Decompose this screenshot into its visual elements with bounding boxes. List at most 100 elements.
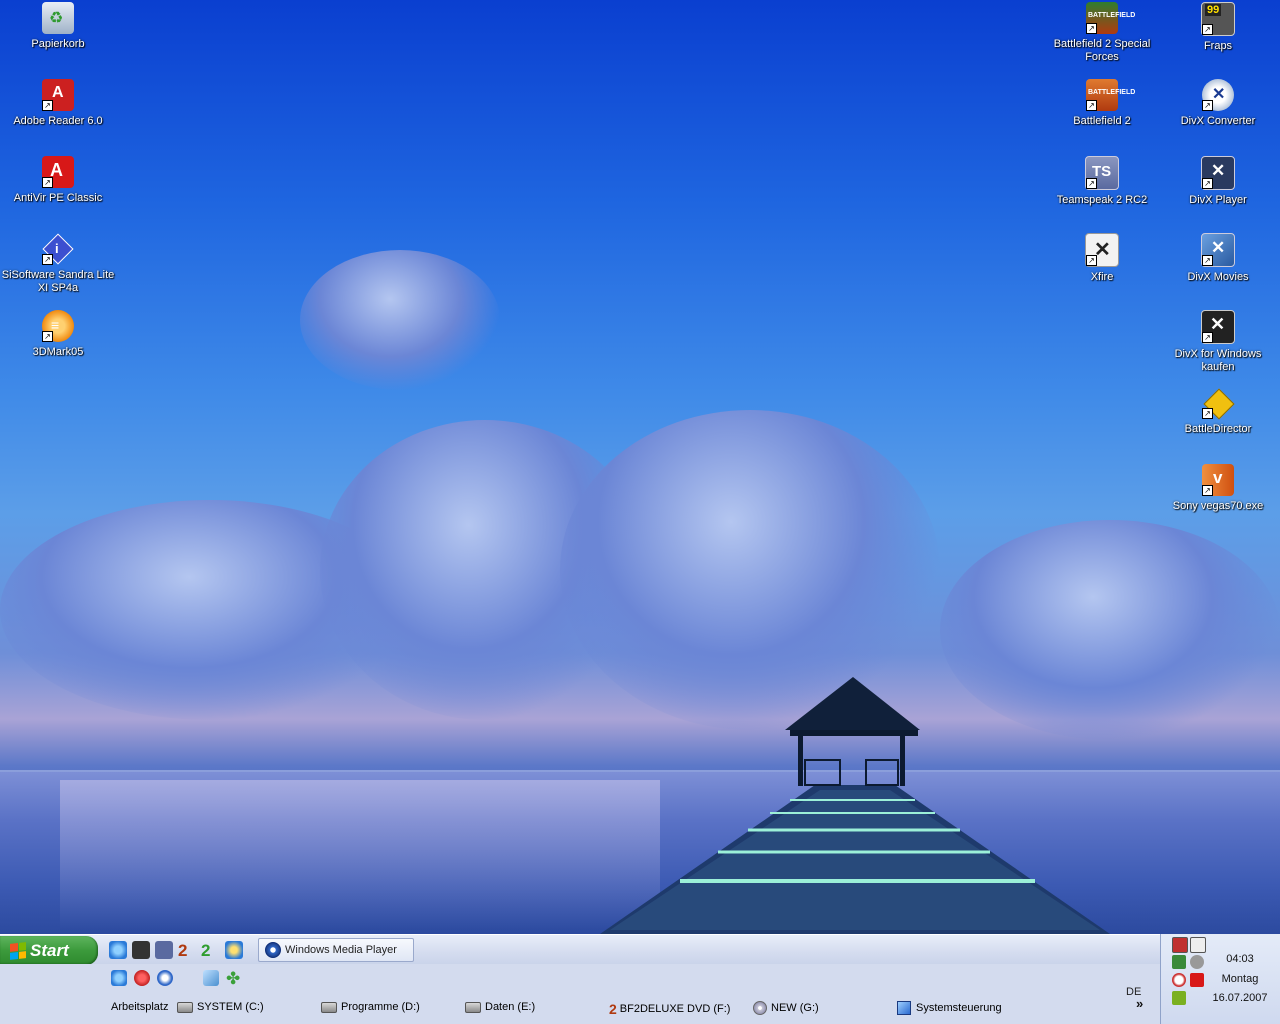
clock-tray-icon[interactable] xyxy=(1172,973,1186,987)
desktop-icon-papierkorb[interactable]: ♻ Papierkorb xyxy=(0,2,116,51)
desktop-icon-antivir[interactable]: A ↗ AntiVir PE Classic xyxy=(0,156,116,205)
task-button-label: Windows Media Player xyxy=(285,944,397,956)
ie-small-icon[interactable] xyxy=(111,970,127,986)
toolbar-item-label: Daten (E:) xyxy=(485,1001,536,1013)
3dmark-icon: ≡ ↗ xyxy=(42,310,74,342)
desktop-icon-adobe-reader[interactable]: A ↗ Adobe Reader 6.0 xyxy=(0,79,116,128)
toolbar-item-new-g[interactable]: NEW (G:) xyxy=(753,1001,819,1015)
start-button[interactable]: Start xyxy=(0,936,98,965)
desktop-icon-fraps[interactable]: 99 ↗ Fraps xyxy=(1160,2,1276,53)
taskbar-row-top: Start 2 2 Windows Media Player xyxy=(0,934,1160,965)
desktop-icon-label: AntiVir PE Classic xyxy=(13,192,103,204)
desktop-icon-label: DivX Player xyxy=(1189,194,1247,206)
fraps-icon[interactable] xyxy=(132,941,150,959)
clock-time[interactable]: 04:03 xyxy=(1201,953,1279,965)
battledirector-icon: ↗ xyxy=(1202,387,1235,420)
toolbar-item-daten-e[interactable]: Daten (E:) xyxy=(465,1001,535,1013)
battlefield-icon: BATTLEFIELD ↗ xyxy=(1086,79,1135,111)
sony-vegas-icon: v ↗ xyxy=(1202,464,1234,496)
desktop-icon-label: DivX Movies xyxy=(1187,271,1249,283)
toolbar-item-systemsteuerung[interactable]: Systemsteuerung xyxy=(897,1001,1002,1015)
desktop-icon-label: Sony vegas70.exe xyxy=(1172,500,1264,512)
desktop-icon-divx-movies[interactable]: ✕ ↗ DivX Movies xyxy=(1160,233,1276,284)
toolbar-item-label: BF2DELUXE DVD (F:) xyxy=(619,1003,731,1015)
divx-player-icon: ✕ ↗ xyxy=(1201,156,1235,190)
recycle-bin-icon: ♻ xyxy=(42,2,74,34)
desktop-icon-3dmark[interactable]: ≡ ↗ 3DMark05 xyxy=(0,310,116,359)
drive-icon xyxy=(321,1001,337,1013)
teamspeak-icon[interactable] xyxy=(155,941,173,959)
toolbar-item-label: SYSTEM (C:) xyxy=(197,1001,264,1013)
control-panel-icon xyxy=(897,1001,911,1015)
task-button-windows-media-player[interactable]: Windows Media Player xyxy=(258,938,414,962)
desktop-icon-divx-converter[interactable]: ✕ ↗ DivX Converter xyxy=(1160,79,1276,128)
system-tray: 04:03 Montag 16.07.2007 xyxy=(1160,934,1280,1024)
ie-icon[interactable] xyxy=(109,941,127,959)
nvidia-icon[interactable] xyxy=(1172,991,1186,1005)
desktop-icon-divx-buy[interactable]: ✕ ↗ DivX for Windows kaufen xyxy=(1160,310,1276,374)
desktop-icon-teamspeak[interactable]: TS ↗ Teamspeak 2 RC2 xyxy=(1044,156,1160,207)
desktop-icon-label: Papierkorb xyxy=(31,38,85,50)
desktop-icon-battledirector[interactable]: ↗ BattleDirector xyxy=(1160,387,1276,436)
bf2-icon[interactable]: 2 xyxy=(178,941,196,960)
teamspeak-icon: TS ↗ xyxy=(1085,156,1119,190)
ie-alt-icon[interactable] xyxy=(225,941,243,959)
drive-icon xyxy=(465,1001,481,1013)
desktop-icon-label: Adobe Reader 6.0 xyxy=(13,115,103,127)
desktop-icon-label: 3DMark05 xyxy=(32,346,84,358)
desktop-icon-battlefield-sf[interactable]: BATTLEFIELD ↗ Battlefield 2 Special Force… xyxy=(1044,2,1160,64)
fraps-icon: 99 ↗ xyxy=(1201,2,1235,36)
start-label: Start xyxy=(30,940,69,960)
bf2sf-icon[interactable]: 2 xyxy=(201,941,219,960)
network-icon[interactable] xyxy=(203,970,219,986)
antivir-icon: A ↗ xyxy=(42,156,74,188)
toolbar-more-chevron[interactable]: » xyxy=(1136,996,1143,1011)
divx-movies-icon: ✕ ↗ xyxy=(1201,233,1235,267)
divx-buy-icon: ✕ ↗ xyxy=(1201,310,1235,344)
cd-icon xyxy=(753,1001,767,1015)
toolbar-item-label: Arbeitsplatz xyxy=(111,1001,169,1013)
clock-day: Montag xyxy=(1221,973,1259,985)
clock-date: 16.07.2007 xyxy=(1212,992,1268,1004)
toolbar-item-label: Programme (D:) xyxy=(341,1001,420,1013)
toolbar-item-system-c[interactable]: SYSTEM (C:) xyxy=(177,1001,264,1013)
taskbar-row-bottom: ✤ DE xyxy=(0,964,1160,1024)
desktop-icon-label: DivX for Windows kaufen xyxy=(1174,348,1262,373)
desktop-icon-label: DivX Converter xyxy=(1180,115,1256,127)
desktop-icon-label: BattleDirector xyxy=(1184,423,1252,435)
desktop-icon-sandra[interactable]: i ↗ SiSoftware Sandra Lite XI SP4a xyxy=(0,233,116,295)
network-tray-icon[interactable] xyxy=(1172,955,1186,969)
monitor-icon[interactable] xyxy=(1172,937,1188,953)
desktop-icon-xfire[interactable]: ✕ ↗ Xfire xyxy=(1044,233,1160,284)
battlefield-sf-icon: BATTLEFIELD ↗ xyxy=(1086,2,1135,34)
desktop-icon-sony-vegas[interactable]: v ↗ Sony vegas70.exe xyxy=(1160,464,1276,513)
dvd-icon: 2 xyxy=(609,1001,617,1017)
desktop-icon-label: Battlefield 2 Special Forces xyxy=(1053,38,1151,63)
windows-logo-icon xyxy=(10,941,26,960)
pier-illustration xyxy=(600,677,1110,934)
desktop-icon-label: Teamspeak 2 RC2 xyxy=(1056,194,1148,206)
drive-icon xyxy=(177,1001,193,1013)
desktop-icon-battlefield-2[interactable]: BATTLEFIELD ↗ Battlefield 2 xyxy=(1044,79,1160,128)
xfire-icon: ✕ ↗ xyxy=(1085,233,1119,267)
toolbar-item-arbeitsplatz[interactable]: Arbeitsplatz xyxy=(111,1001,168,1013)
toolbar-item-label: Systemsteuerung xyxy=(916,1002,1002,1014)
record-icon[interactable] xyxy=(134,970,150,986)
desktop-icon-label: Xfire xyxy=(1090,271,1114,283)
divx-converter-icon: ✕ ↗ xyxy=(1202,79,1234,111)
sandra-icon: i ↗ xyxy=(42,233,74,265)
desktop-icon-divx-player[interactable]: ✕ ↗ DivX Player xyxy=(1160,156,1276,207)
clover-icon[interactable]: ✤ xyxy=(226,969,244,988)
desktop-icon-label: SiSoftware Sandra Lite XI SP4a xyxy=(1,269,115,294)
toolbar-item-programme-d[interactable]: Programme (D:) xyxy=(321,1001,420,1013)
media-player-icon xyxy=(265,942,281,958)
taskbar: Start 2 2 Windows Media Player ✤ DE Arbe… xyxy=(0,934,1280,1024)
xfire-tray-icon[interactable] xyxy=(1190,937,1206,953)
toolbar-item-label: NEW (G:) xyxy=(771,1002,819,1014)
media-player-icon[interactable] xyxy=(157,970,173,986)
desktop[interactable]: ♻ Papierkorb A ↗ Adobe Reader 6.0 A ↗ Anti… xyxy=(0,0,1280,934)
desktop-icon-label: Fraps xyxy=(1203,40,1233,52)
adobe-reader-icon: A ↗ xyxy=(42,79,74,111)
desktop-icon-label: Battlefield 2 xyxy=(1073,115,1131,127)
toolbar-item-bf2deluxe-f[interactable]: 2 BF2DELUXE DVD (F:) xyxy=(609,1001,730,1017)
